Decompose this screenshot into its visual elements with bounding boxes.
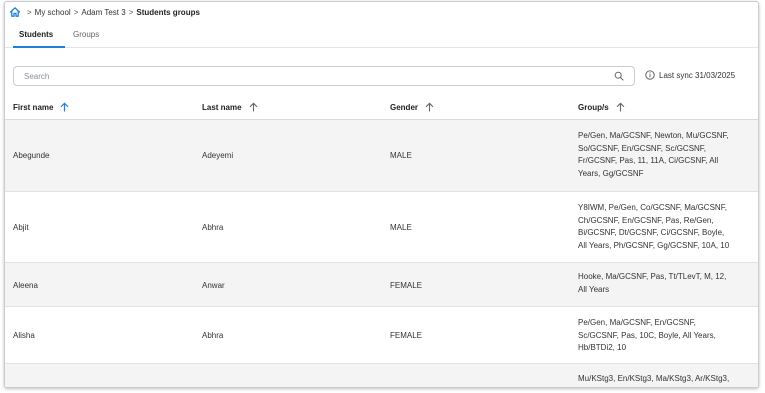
sort-ascending-icon[interactable]	[249, 102, 258, 112]
groups-line: So/GCSNF, En/GCSNF, Sc/GCSNF,	[578, 143, 707, 153]
search-icon[interactable]	[610, 67, 628, 85]
table-row[interactable]: Aleena Anwar FEMALE Hooke, Ma/GCSNF, Pas…	[5, 263, 758, 307]
first-name-cell: Alisha	[13, 331, 35, 340]
groups-cell: Pe/Gen, Ma/GCSNF, En/GCSNF, Sc/GCSNF, Pa…	[578, 317, 758, 355]
active-tab-indicator	[13, 46, 65, 48]
gender-cell: FEMALE	[390, 281, 423, 290]
column-header-first-name[interactable]: First name	[13, 102, 69, 112]
groups-line: Ch/GCSNF, En/GCSNF, Pas, Re/Gen,	[578, 215, 714, 225]
gender-cell: MALE	[390, 223, 412, 232]
groups-line: Pe/Gen, Ma/GCSNF, En/GCSNF,	[578, 318, 696, 327]
column-header-last-name[interactable]: Last name	[202, 102, 258, 112]
groups-line: Hb/BTDi2, 10	[578, 343, 627, 352]
last-name-cell: Anwar	[202, 281, 225, 290]
groups-line: All Years	[578, 284, 610, 294]
column-header-groups[interactable]: Group/s	[578, 102, 625, 112]
groups-line: Sc/GCSNF, Pas, 10C, Boyle, All Years,	[578, 330, 716, 340]
column-header-label: Last name	[202, 102, 242, 112]
last-sync-status: Last sync 31/03/2025	[645, 70, 735, 80]
gender-cell: MALE	[390, 151, 412, 160]
groups-cell: Pe/Gen, Ma/GCSNF, Newton, Mu/GCSNF, So/G…	[578, 130, 758, 180]
groups-cell: Y8IWM, Pe/Gen, Co/GCSNF, Ma/GCSNF, Ch/GC…	[578, 202, 758, 252]
column-header-label: Gender	[390, 102, 419, 112]
breadcrumb-current-page: Students groups	[136, 7, 200, 17]
table-row[interactable]: Mu/KStg3, En/KStg3, Ma/KStg3, Ar/KStg3,	[5, 364, 758, 387]
table-header: First name Last name Gender Group/s	[5, 94, 758, 120]
sort-ascending-icon[interactable]	[60, 102, 69, 112]
sort-ascending-icon[interactable]	[616, 102, 625, 112]
tab-students[interactable]: Students	[19, 30, 53, 39]
groups-line: Years, Gg/GCSNF	[578, 168, 644, 178]
breadcrumb-separator: >	[73, 7, 79, 17]
app-window: > My school > Adam Test 3 > Students gro…	[4, 1, 759, 388]
groups-cell: Mu/KStg3, En/KStg3, Ma/KStg3, Ar/KStg3,	[578, 373, 758, 386]
table-row[interactable]: Alisha Abhra FEMALE Pe/Gen, Ma/GCSNF, En…	[5, 307, 758, 364]
groups-line: Hooke, Ma/GCSNF, Pas, Tt/TLevT, M, 12,	[578, 272, 727, 281]
breadcrumb-adam-test-3[interactable]: Adam Test 3	[81, 8, 125, 17]
breadcrumb-my-school[interactable]: My school	[35, 8, 71, 17]
breadcrumb: > My school > Adam Test 3 > Students gro…	[9, 5, 200, 19]
tab-groups[interactable]: Groups	[73, 30, 99, 39]
search-input[interactable]	[14, 67, 610, 85]
column-header-label: Group/s	[578, 102, 609, 112]
first-name-cell: Aleena	[13, 281, 38, 290]
table-row[interactable]: Abegunde Adeyemi MALE Pe/Gen, Ma/GCSNF, …	[5, 120, 758, 192]
last-name-cell: Abhra	[202, 331, 224, 340]
groups-cell: Hooke, Ma/GCSNF, Pas, Tt/TLevT, M, 12, A…	[578, 271, 758, 296]
first-name-cell: Abjit	[13, 223, 29, 232]
last-name-cell: Abhra	[202, 223, 224, 232]
breadcrumb-separator: >	[128, 7, 134, 17]
last-name-cell: Adeyemi	[202, 151, 234, 160]
groups-line: Pe/Gen, Ma/GCSNF, Newton, Mu/GCSNF,	[578, 131, 729, 140]
breadcrumb-separator: >	[27, 7, 32, 17]
groups-line: All Years, Ph/GCSNF, Gg/GCSNF, 10A, 10	[578, 240, 730, 250]
last-sync-text: Last sync 31/03/2025	[659, 70, 736, 80]
groups-line: Mu/KStg3, En/KStg3, Ma/KStg3, Ar/KStg3,	[578, 374, 730, 383]
info-icon	[645, 70, 655, 80]
groups-line: Y8IWM, Pe/Gen, Co/GCSNF, Ma/GCSNF,	[578, 203, 727, 212]
column-header-label: First name	[13, 102, 54, 112]
search-box	[13, 66, 635, 86]
home-icon[interactable]	[9, 6, 21, 18]
groups-line: Bi/GCSNF, Dt/GCSNF, Ci/GCSNF, Boyle,	[578, 228, 725, 237]
sort-ascending-icon[interactable]	[425, 102, 434, 112]
groups-line: Fr/GCSNF, Pas, 11, 11A, Ci/GCSNF, All	[578, 156, 719, 165]
tab-bar: Students Groups	[5, 26, 758, 48]
column-header-gender[interactable]: Gender	[390, 102, 434, 112]
table-row[interactable]: Abjit Abhra MALE Y8IWM, Pe/Gen, Co/GCSNF…	[5, 192, 758, 263]
first-name-cell: Abegunde	[13, 151, 50, 160]
gender-cell: FEMALE	[390, 331, 423, 340]
